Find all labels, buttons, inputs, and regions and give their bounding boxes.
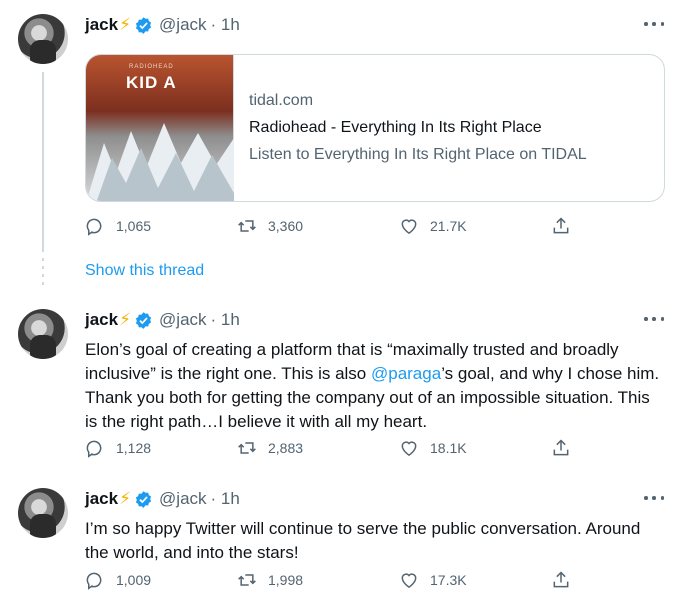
avatar[interactable] bbox=[18, 14, 68, 64]
retweet-icon bbox=[238, 442, 256, 454]
reply-button[interactable]: 1,065 bbox=[85, 216, 151, 236]
like-count: 18.1K bbox=[430, 440, 467, 456]
verified-badge-icon bbox=[135, 16, 152, 34]
card-description: Listen to Everything In Its Right Place … bbox=[249, 146, 587, 163]
reply-count: 1,128 bbox=[116, 440, 152, 456]
like-button[interactable]: 18.1K bbox=[399, 438, 467, 458]
share-icon bbox=[553, 439, 569, 456]
reply-icon bbox=[86, 572, 102, 590]
like-button[interactable]: 17.3K bbox=[399, 570, 467, 590]
avatar[interactable] bbox=[18, 488, 68, 538]
verified-badge-icon bbox=[135, 490, 152, 508]
retweet-count: 1,998 bbox=[268, 572, 304, 588]
like-icon bbox=[401, 219, 417, 234]
like-count: 21.7K bbox=[430, 218, 467, 234]
mention-link[interactable]: @paraga bbox=[371, 364, 441, 383]
timestamp[interactable]: · 1h bbox=[211, 15, 240, 35]
card-info: tidal.com Radiohead - Everything In Its … bbox=[234, 55, 587, 201]
like-icon bbox=[401, 573, 417, 588]
more-options-icon[interactable] bbox=[644, 14, 664, 34]
like-button[interactable]: 21.7K bbox=[399, 216, 467, 236]
retweet-icon bbox=[238, 574, 256, 586]
retweet-count: 2,883 bbox=[268, 440, 304, 456]
album-artist-label: RADIOHEAD bbox=[129, 64, 174, 70]
reply-count: 1,009 bbox=[116, 572, 152, 588]
reply-button[interactable]: 1,128 bbox=[85, 438, 151, 458]
tweet-actions: 1,009 1,998 17.3K bbox=[85, 570, 582, 594]
retweet-button[interactable]: 2,883 bbox=[237, 438, 303, 458]
share-button[interactable] bbox=[551, 216, 571, 236]
lightning-bolt-icon: ⚡ bbox=[119, 15, 132, 34]
tweet-header: jack ⚡ @jack · 1h bbox=[85, 488, 664, 510]
display-name[interactable]: jack bbox=[85, 489, 118, 509]
link-card[interactable]: RADIOHEAD KID A tidal.com Radiohead - Ev… bbox=[85, 54, 665, 202]
card-title: Radiohead - Everything In Its Right Plac… bbox=[249, 119, 542, 136]
share-button[interactable] bbox=[551, 570, 571, 590]
tweet-text: I’m so happy Twitter will continue to se… bbox=[85, 519, 641, 562]
share-button[interactable] bbox=[551, 438, 571, 458]
share-icon bbox=[553, 571, 569, 588]
retweet-button[interactable]: 1,998 bbox=[237, 570, 303, 590]
timestamp[interactable]: · 1h bbox=[211, 310, 240, 330]
tweet-2[interactable]: jack ⚡ @jack · 1h Elon’s goal of creatin… bbox=[85, 309, 664, 434]
retweet-count: 3,360 bbox=[268, 218, 304, 234]
tweet-1[interactable]: jack ⚡ @jack · 1h bbox=[85, 14, 664, 36]
user-handle[interactable]: @jack bbox=[159, 15, 207, 35]
display-name[interactable]: jack bbox=[85, 310, 118, 330]
thread-line-top bbox=[42, 72, 44, 252]
like-icon bbox=[401, 441, 417, 456]
more-options-icon[interactable] bbox=[644, 309, 664, 329]
user-handle[interactable]: @jack bbox=[159, 310, 207, 330]
tweet-text: Elon’s goal of creating a platform that … bbox=[85, 338, 664, 434]
user-handle[interactable]: @jack bbox=[159, 489, 207, 509]
reply-icon bbox=[86, 218, 102, 236]
card-domain: tidal.com bbox=[249, 92, 314, 109]
album-cover-image: RADIOHEAD KID A bbox=[86, 55, 234, 201]
tweet-header: jack ⚡ @jack · 1h bbox=[85, 14, 664, 36]
reply-button[interactable]: 1,009 bbox=[85, 570, 151, 590]
retweet-button[interactable]: 3,360 bbox=[237, 216, 303, 236]
retweet-icon bbox=[238, 220, 256, 232]
tweet-actions: 1,128 2,883 18.1K bbox=[85, 438, 582, 462]
thread-line-dotted bbox=[42, 258, 44, 290]
more-options-icon[interactable] bbox=[644, 488, 664, 508]
reply-count: 1,065 bbox=[116, 218, 152, 234]
tweet-3[interactable]: jack ⚡ @jack · 1h I’m so happy Twitter w… bbox=[85, 488, 664, 565]
tweet-header: jack ⚡ @jack · 1h bbox=[85, 309, 664, 331]
show-thread-link[interactable]: Show this thread bbox=[85, 262, 204, 280]
lightning-bolt-icon: ⚡ bbox=[119, 489, 132, 508]
like-count: 17.3K bbox=[430, 572, 467, 588]
avatar[interactable] bbox=[18, 309, 68, 359]
album-title: KID A bbox=[126, 73, 177, 92]
display-name[interactable]: jack bbox=[85, 15, 118, 35]
timestamp[interactable]: · 1h bbox=[211, 489, 240, 509]
reply-icon bbox=[86, 440, 102, 458]
lightning-bolt-icon: ⚡ bbox=[119, 310, 132, 329]
share-icon bbox=[553, 217, 569, 234]
verified-badge-icon bbox=[135, 311, 152, 329]
tweet-actions: 1,065 3,360 21.7K bbox=[85, 216, 582, 240]
